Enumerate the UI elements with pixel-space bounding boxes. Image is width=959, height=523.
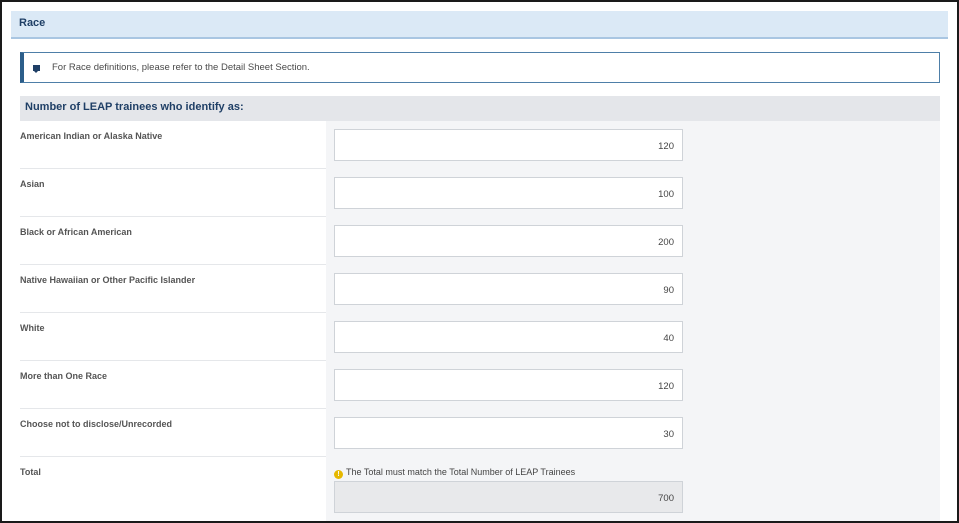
row-input-cell: 40 xyxy=(326,313,940,361)
warning-icon: ! xyxy=(334,470,343,479)
section-title: Race xyxy=(19,17,46,29)
row-more-than-one: More than One Race 120 xyxy=(20,361,940,409)
white-input[interactable]: 40 xyxy=(334,321,683,353)
row-input-cell: 30 xyxy=(326,409,940,457)
row-input-cell: 100 xyxy=(326,169,940,217)
row-native-hawaiian: Native Hawaiian or Other Pacific Islande… xyxy=(20,265,940,313)
total-warning-text: The Total must match the Total Number of… xyxy=(346,467,576,477)
row-input-cell: 90 xyxy=(326,265,940,313)
row-label: Native Hawaiian or Other Pacific Islande… xyxy=(20,275,196,285)
row-label: White xyxy=(20,323,45,333)
row-black: Black or African American 200 xyxy=(20,217,940,265)
row-total: Total ! The Total must match the Total Nu… xyxy=(20,457,940,521)
american-indian-input[interactable]: 120 xyxy=(334,129,683,161)
race-form: American Indian or Alaska Native 120 Asi… xyxy=(20,121,940,521)
info-text: For Race definitions, please refer to th… xyxy=(52,62,310,73)
row-label: Asian xyxy=(20,179,45,189)
section-header: Race xyxy=(11,11,948,39)
row-american-indian: American Indian or Alaska Native 120 xyxy=(20,121,940,169)
info-callout: For Race definitions, please refer to th… xyxy=(20,52,940,83)
group-title: Number of LEAP trainees who identify as: xyxy=(25,101,244,113)
row-label: More than One Race xyxy=(20,371,108,381)
more-than-one-input[interactable]: 120 xyxy=(334,369,683,401)
row-not-disclosed: Choose not to disclose/Unrecorded 30 xyxy=(20,409,940,457)
row-label: American Indian or Alaska Native xyxy=(20,131,163,141)
row-input-cell: 120 xyxy=(326,361,940,409)
black-input[interactable]: 200 xyxy=(334,225,683,257)
row-input-cell: 200 xyxy=(326,217,940,265)
native-hawaiian-input[interactable]: 90 xyxy=(334,273,683,305)
row-label: Black or African American xyxy=(20,227,132,237)
not-disclosed-input[interactable]: 30 xyxy=(334,417,683,449)
row-asian: Asian 100 xyxy=(20,169,940,217)
row-label: Choose not to disclose/Unrecorded xyxy=(20,419,173,429)
row-input-cell: ! The Total must match the Total Number o… xyxy=(326,457,940,521)
total-field: 700 xyxy=(334,481,683,513)
total-label: Total xyxy=(20,467,41,477)
row-white: White 40 xyxy=(20,313,940,361)
total-warning: ! The Total must match the Total Number o… xyxy=(334,467,575,479)
asian-input[interactable]: 100 xyxy=(334,177,683,209)
row-input-cell: 120 xyxy=(326,121,940,169)
comment-icon xyxy=(33,65,41,73)
group-header: Number of LEAP trainees who identify as: xyxy=(20,96,940,121)
